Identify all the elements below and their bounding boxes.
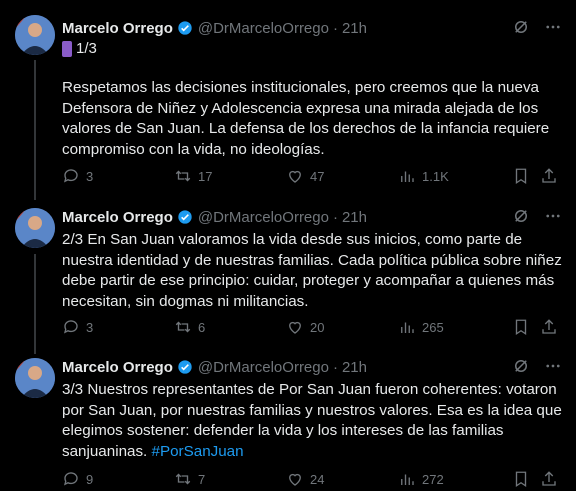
retweet-button[interactable]: 17 [174, 166, 212, 186]
header-actions [512, 18, 562, 36]
views-icon [401, 474, 414, 485]
grok-icon[interactable] [512, 357, 530, 375]
share-button[interactable] [540, 166, 558, 186]
timestamp[interactable]: 21h [342, 359, 367, 376]
timestamp[interactable]: 21h [342, 20, 367, 37]
retweet-button[interactable]: 6 [174, 317, 205, 337]
retweet-icon [175, 321, 191, 333]
reply-button[interactable]: 3 [62, 166, 93, 186]
author-handle[interactable]: @DrMarceloOrrego [198, 359, 329, 376]
thread-line [34, 254, 36, 354]
timestamp[interactable]: 21h [342, 209, 367, 226]
reply-button[interactable]: 3 [62, 317, 93, 337]
bookmark-button[interactable] [512, 166, 530, 186]
reply-count: 9 [86, 471, 94, 487]
tweet-header: Marcelo Orrego @DrMarceloOrrego · 21h [62, 18, 367, 38]
author-handle[interactable]: @DrMarceloOrrego [198, 20, 329, 37]
tweet-text-body: 3/3 Nuestros representantes de Por San J… [62, 381, 562, 460]
tweet-header: Marcelo Orrego @DrMarceloOrrego · 21h [62, 207, 367, 227]
bookmark-button[interactable] [512, 469, 530, 489]
verified-badge-icon [178, 21, 192, 35]
bookmark-icon [515, 471, 527, 488]
thread-emoji-icon [62, 40, 72, 57]
views-count: 265 [422, 319, 444, 335]
retweet-button[interactable]: 7 [174, 469, 205, 489]
tweet-actions: 3 17 47 1.1K [62, 166, 562, 186]
retweet-icon [175, 473, 191, 485]
separator-dot: · [332, 19, 338, 37]
views-icon [401, 171, 414, 182]
more-icon[interactable] [544, 18, 562, 36]
header-actions [512, 207, 562, 225]
like-count: 20 [310, 319, 325, 335]
views-button[interactable]: 272 [398, 469, 444, 489]
reply-button[interactable]: 9 [62, 469, 93, 489]
tweet-text: 3/3 Nuestros representantes de Por San J… [62, 380, 562, 462]
tweet-actions: 9 7 24 272 [62, 469, 562, 489]
verified-badge-icon [178, 210, 192, 224]
like-button[interactable]: 24 [286, 469, 324, 489]
share-icon [542, 319, 556, 334]
share-button[interactable] [540, 469, 558, 489]
views-button[interactable]: 1.1K [398, 166, 449, 186]
bookmark-button[interactable] [512, 317, 530, 337]
share-icon [542, 168, 556, 183]
avatar[interactable] [15, 15, 55, 55]
reply-count: 3 [86, 319, 94, 335]
retweet-count: 17 [198, 168, 213, 184]
bookmark-icon [515, 168, 527, 185]
hashtag-link[interactable]: #PorSanJuan [152, 443, 244, 460]
like-icon [289, 170, 301, 183]
grok-icon[interactable] [512, 207, 530, 225]
avatar[interactable] [15, 358, 55, 398]
tweet-header: Marcelo Orrego @DrMarceloOrrego · 21h [62, 357, 367, 377]
author-name[interactable]: Marcelo Orrego [62, 359, 173, 376]
share-icon [542, 471, 556, 486]
tweet-text: 2/3 En San Juan valoramos la vida desde … [62, 231, 562, 310]
like-button[interactable]: 47 [286, 166, 324, 186]
like-count: 24 [310, 471, 325, 487]
thread-marker: 1/3 [62, 40, 97, 57]
avatar[interactable] [15, 208, 55, 248]
bookmark-icon [515, 319, 527, 336]
tweet-actions: 3 6 20 265 [62, 317, 562, 337]
views-count: 1.1K [422, 168, 449, 184]
more-icon[interactable] [544, 357, 562, 375]
reply-count: 3 [86, 168, 94, 184]
share-button[interactable] [540, 317, 558, 337]
author-name[interactable]: Marcelo Orrego [62, 20, 173, 37]
author-name[interactable]: Marcelo Orrego [62, 209, 173, 226]
separator-dot: · [332, 358, 338, 376]
verified-badge-icon [178, 360, 192, 374]
like-icon [289, 473, 301, 486]
like-icon [289, 321, 301, 334]
like-button[interactable]: 20 [286, 317, 324, 337]
views-count: 272 [422, 471, 444, 487]
retweet-icon [175, 170, 191, 182]
more-icon[interactable] [544, 207, 562, 225]
grok-icon[interactable] [512, 18, 530, 36]
reply-icon [63, 472, 78, 486]
author-handle[interactable]: @DrMarceloOrrego [198, 209, 329, 226]
tweet-text: Respetamos las decisiones institucionale… [62, 79, 550, 158]
header-actions [512, 357, 562, 375]
thread-line [34, 60, 36, 200]
reply-icon [63, 169, 78, 183]
retweet-count: 7 [198, 471, 206, 487]
retweet-count: 6 [198, 319, 206, 335]
views-icon [401, 322, 414, 333]
like-count: 47 [310, 168, 325, 184]
separator-dot: · [332, 208, 338, 226]
thread-marker-text: 1/3 [76, 40, 97, 57]
views-button[interactable]: 265 [398, 317, 444, 337]
reply-icon [63, 320, 78, 334]
